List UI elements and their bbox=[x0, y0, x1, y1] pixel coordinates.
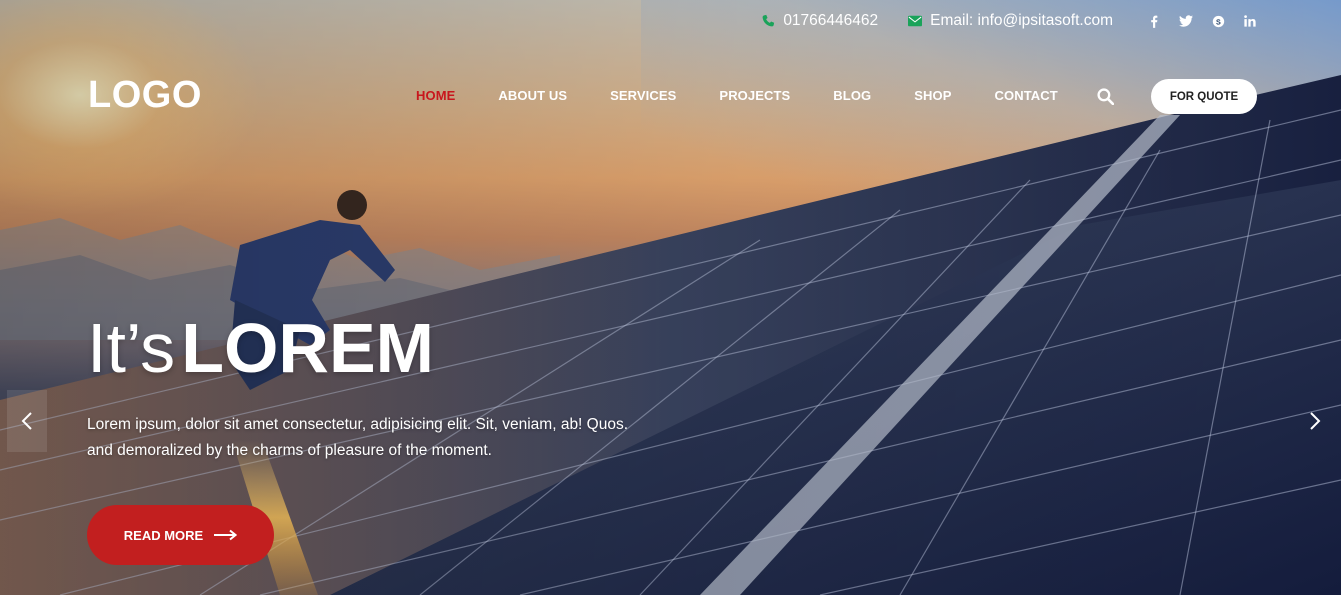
headline-bold-text: LOREM bbox=[181, 309, 434, 387]
nav-item-projects[interactable]: PROJECTS bbox=[719, 88, 790, 103]
nav-item-services[interactable]: SERVICES bbox=[610, 88, 676, 103]
envelope-icon bbox=[908, 15, 923, 27]
for-quote-button[interactable]: FOR QUOTE bbox=[1151, 79, 1257, 114]
nav-item-shop[interactable]: SHOP bbox=[914, 88, 951, 103]
slide-headline: It’sLOREM bbox=[87, 306, 434, 390]
twitter-icon[interactable] bbox=[1179, 14, 1193, 28]
slide-subtitle: Lorem ipsum, dolor sit amet consectetur,… bbox=[87, 412, 667, 464]
main-nav: HOME ABOUT US SERVICES PROJECTS BLOG SHO… bbox=[416, 88, 1101, 103]
site-logo[interactable]: LOGO bbox=[88, 74, 202, 117]
slider-prev-button[interactable] bbox=[7, 390, 47, 452]
chevron-right-icon bbox=[1310, 412, 1321, 430]
nav-item-blog[interactable]: BLOG bbox=[833, 88, 871, 103]
subtitle-line: and demoralized by the charms of pleasur… bbox=[87, 442, 492, 459]
facebook-icon[interactable] bbox=[1147, 14, 1161, 28]
read-more-label: READ MORE bbox=[123, 527, 204, 543]
read-more-button[interactable]: READ MORE bbox=[87, 505, 274, 565]
email-contact[interactable]: Email: info@ipsitasoft.com bbox=[908, 12, 1113, 30]
headline-light-text: It’s bbox=[87, 309, 176, 387]
nav-item-home[interactable]: HOME bbox=[416, 88, 455, 103]
slider-next-button[interactable] bbox=[1295, 390, 1335, 452]
skype-icon[interactable] bbox=[1211, 14, 1225, 28]
nav-item-about-us[interactable]: ABOUT US bbox=[498, 88, 567, 103]
arrow-right-icon bbox=[214, 529, 238, 541]
subtitle-line: Lorem ipsum, dolor sit amet consectetur,… bbox=[87, 416, 629, 433]
search-icon[interactable] bbox=[1097, 88, 1114, 105]
phone-number: 01766446462 bbox=[783, 12, 879, 29]
social-links bbox=[1147, 14, 1257, 28]
email-text: Email: info@ipsitasoft.com bbox=[930, 12, 1113, 29]
chevron-left-icon bbox=[21, 412, 32, 430]
top-contact-bar: 01766446462 Email: info@ipsitasoft.com bbox=[761, 10, 1257, 32]
linkedin-icon[interactable] bbox=[1243, 14, 1257, 28]
nav-item-contact[interactable]: CONTACT bbox=[995, 88, 1058, 103]
phone-icon bbox=[762, 14, 775, 27]
phone-contact[interactable]: 01766446462 bbox=[761, 12, 878, 30]
